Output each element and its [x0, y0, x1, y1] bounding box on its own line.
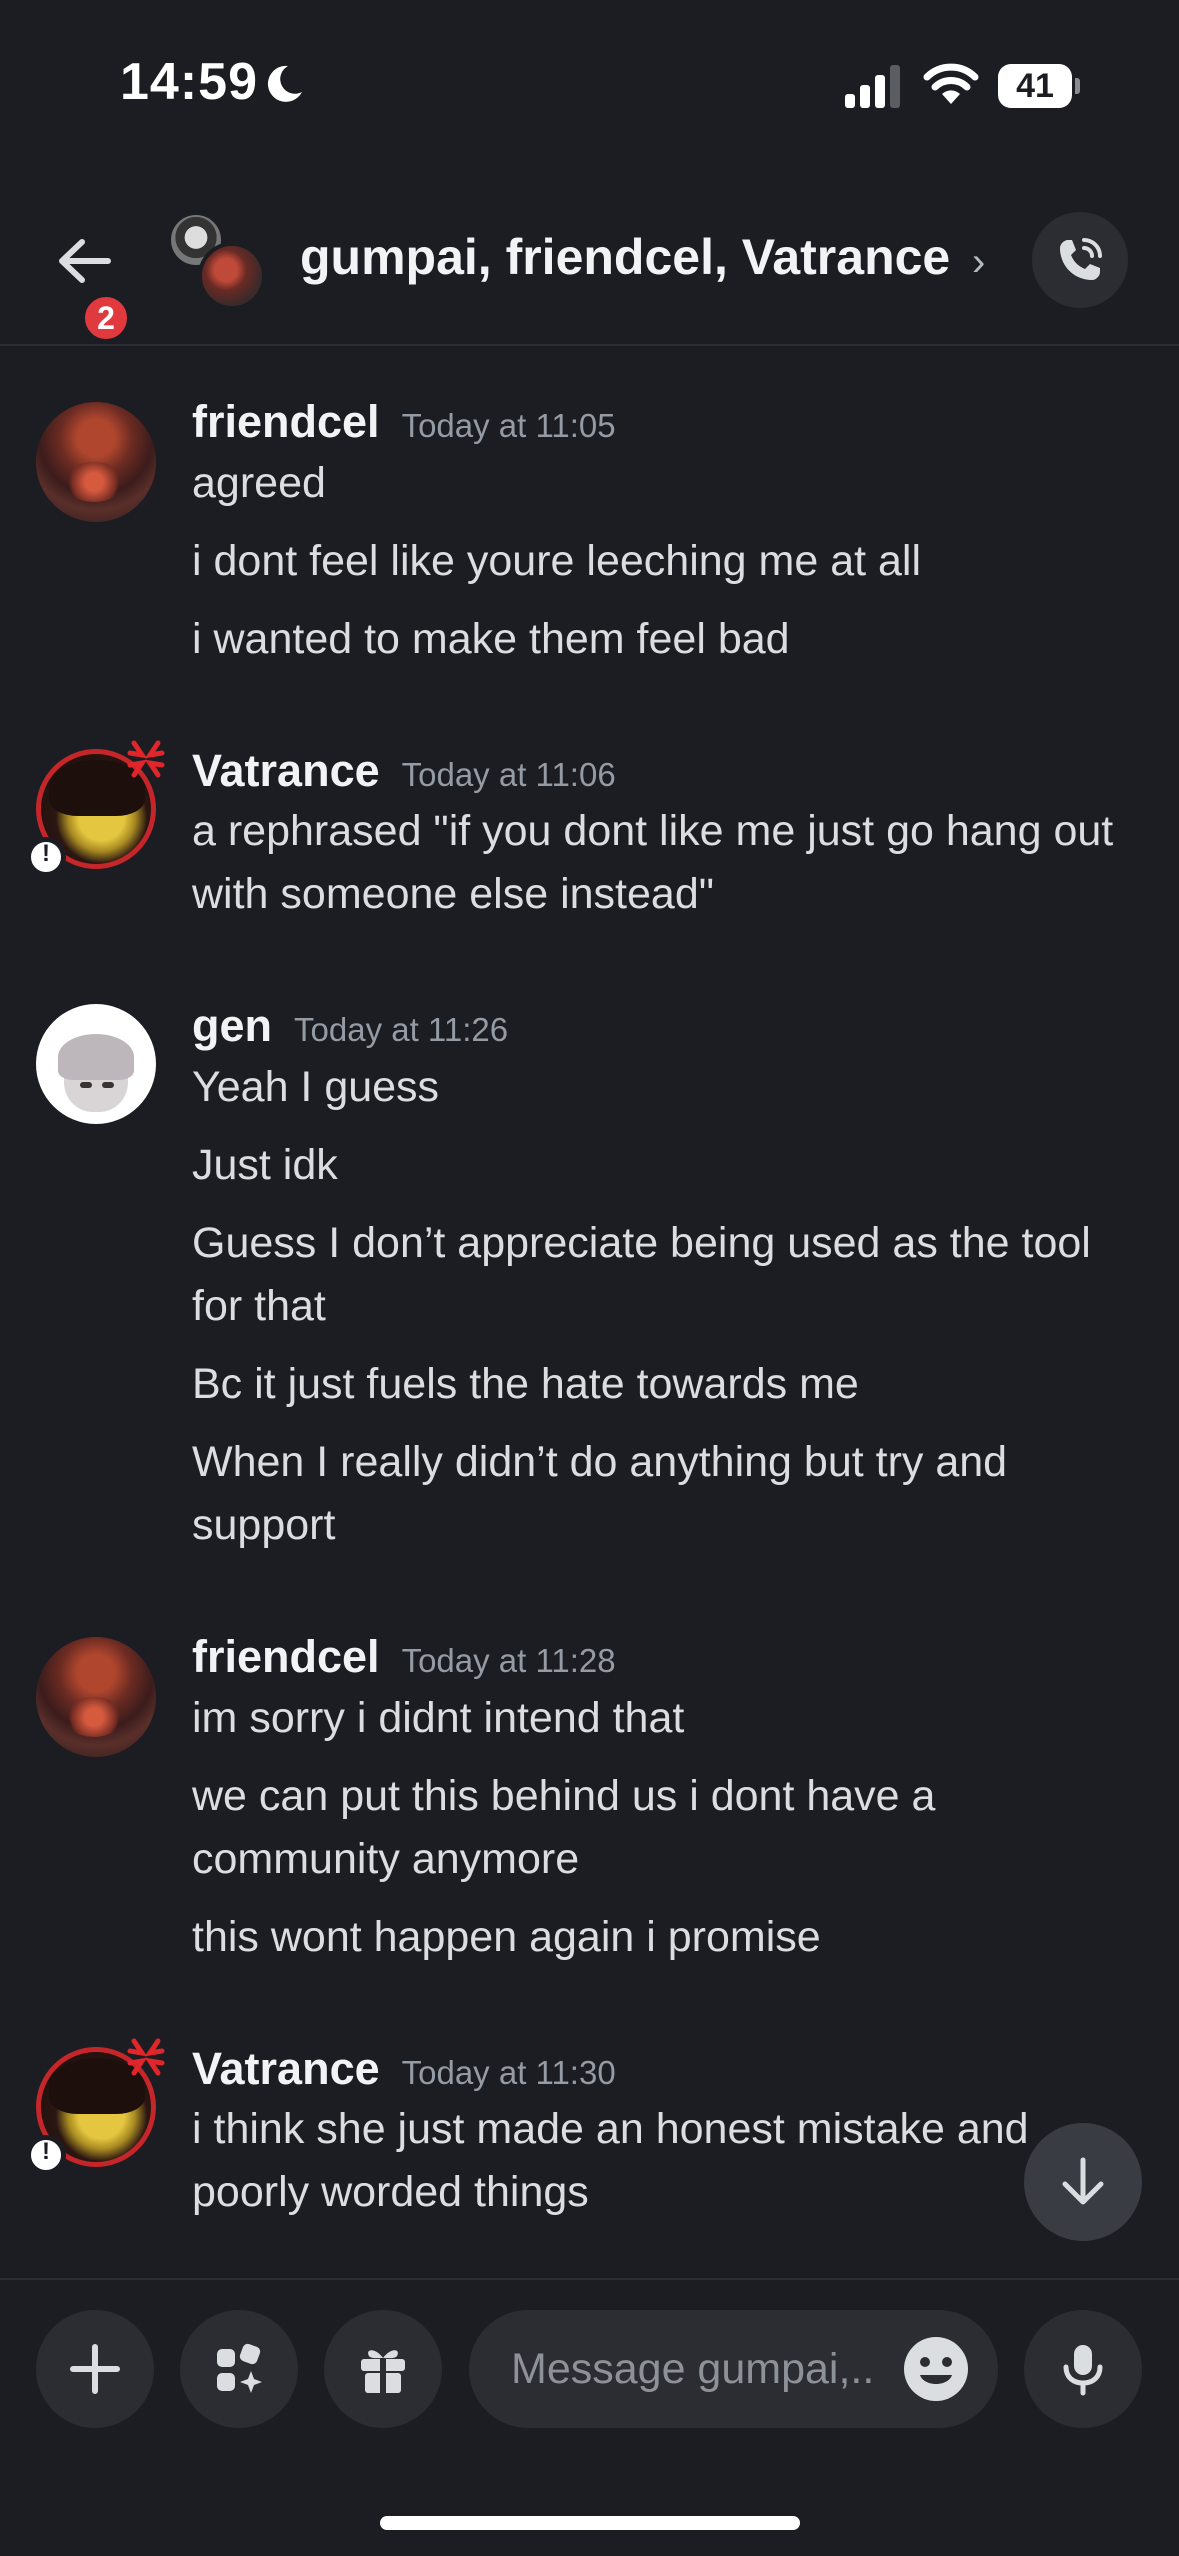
back-button[interactable]: 2: [48, 220, 132, 344]
composer-bar: [0, 2278, 1179, 2458]
group-avatar-member: [198, 242, 266, 310]
status-time: 14:59: [120, 53, 258, 111]
message-text[interactable]: Just idk: [192, 1134, 1152, 1197]
moon-icon: [267, 65, 302, 102]
avatar[interactable]: [36, 1637, 156, 1757]
timestamp: Today at 11:26: [294, 1011, 509, 1048]
timestamp: Today at 11:06: [401, 756, 616, 793]
jump-to-bottom-button[interactable]: [1024, 2123, 1142, 2241]
voice-message-button[interactable]: [1024, 2310, 1142, 2428]
username[interactable]: Vatrance: [192, 745, 380, 796]
channel-header: 2 gumpai, friendcel, Vatrance ›: [0, 190, 1179, 346]
microphone-icon: [1063, 2345, 1103, 2396]
message-header: friendcel Today at 11:28: [192, 1631, 616, 1683]
message-header: gen Today at 11:26: [192, 1000, 508, 1052]
channel-title[interactable]: gumpai, friendcel, Vatrance: [300, 228, 950, 286]
message-text[interactable]: Guess I don’t appreciate being used as t…: [192, 1212, 1152, 1338]
emoji-icon[interactable]: [902, 2335, 970, 2403]
chevron-right-icon: ›: [972, 240, 986, 284]
timestamp: Today at 11:28: [401, 1642, 616, 1679]
status-bar: 14:59 41: [0, 0, 1179, 170]
anger-mark-icon: [127, 2038, 165, 2076]
apps-icon: [217, 2343, 262, 2393]
message-text[interactable]: When I really didn’t do anything but try…: [192, 1431, 1152, 1557]
apps-button[interactable]: [180, 2310, 298, 2428]
signal-icon: [845, 65, 900, 108]
username[interactable]: Vatrance: [192, 2043, 380, 2094]
message-text[interactable]: agreed: [192, 452, 1152, 515]
plus-icon: [70, 2344, 120, 2394]
unread-badge: 2: [80, 292, 132, 344]
message-text[interactable]: i wanted to make them feel bad: [192, 608, 1152, 671]
battery-level: 41: [1016, 67, 1054, 105]
back-arrow-icon: [59, 239, 111, 283]
timestamp: Today at 11:30: [401, 2054, 616, 2091]
attach-button[interactable]: [36, 2310, 154, 2428]
message-text[interactable]: Bc it just fuels the hate towards me: [192, 1353, 1152, 1416]
dm-screen: 14:59 41 2 gumpai, friendcel, Vatrance ›…: [0, 0, 1179, 2556]
call-button[interactable]: [1032, 212, 1128, 308]
username[interactable]: friendcel: [192, 396, 380, 447]
timestamp: Today at 11:05: [401, 407, 616, 444]
message-text[interactable]: a rephrased "if you dont like me just go…: [192, 800, 1152, 926]
message-text[interactable]: this wont happen again i promise: [192, 1906, 1152, 1969]
message-text[interactable]: we can put this behind us i dont have a …: [192, 1765, 1152, 1891]
username[interactable]: friendcel: [192, 1631, 380, 1682]
home-indicator[interactable]: [380, 2516, 800, 2530]
message-header: Vatrance Today at 11:06: [192, 745, 616, 797]
username[interactable]: gen: [192, 1000, 272, 1051]
status-indicator: [26, 2135, 66, 2175]
status-indicator: [26, 837, 66, 877]
message-header: friendcel Today at 11:05: [192, 396, 616, 448]
call-icon: [1060, 238, 1102, 280]
wifi-icon: [923, 63, 979, 104]
message-text[interactable]: im sorry i didnt intend that: [192, 1687, 1152, 1750]
message-header: Vatrance Today at 11:30: [192, 2043, 616, 2095]
message-text[interactable]: Yeah I guess: [192, 1056, 1152, 1119]
battery-icon: 41: [998, 64, 1080, 108]
gift-button[interactable]: [324, 2310, 442, 2428]
arrow-down-icon: [1062, 2157, 1104, 2205]
group-avatar[interactable]: [168, 212, 280, 324]
avatar[interactable]: [36, 402, 156, 522]
gift-icon: [361, 2350, 405, 2393]
message-text[interactable]: i think she just made an honest mistake …: [192, 2098, 1152, 2224]
avatar[interactable]: [36, 1004, 156, 1124]
message-text[interactable]: i dont feel like youre leeching me at al…: [192, 530, 1152, 593]
anger-mark-icon: [127, 740, 165, 778]
message-list[interactable]: friendcel Today at 11:05 agreed i dont fe…: [0, 350, 1179, 2280]
